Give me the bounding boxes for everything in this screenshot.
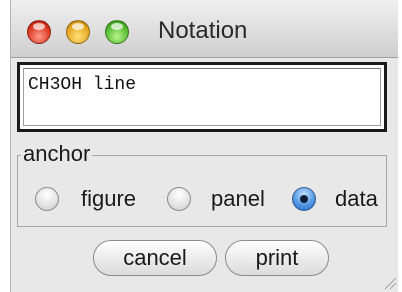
radio-data[interactable]: [292, 187, 316, 211]
notation-text: CH3OH line: [28, 75, 137, 95]
close-button[interactable]: [27, 20, 51, 44]
screen-edge: [398, 0, 402, 292]
radio-panel[interactable]: [167, 187, 191, 211]
radio-panel-label[interactable]: panel: [211, 186, 265, 212]
radio-figure[interactable]: [35, 187, 59, 211]
radio-data-label[interactable]: data: [335, 186, 378, 212]
anchor-legend: anchor: [21, 141, 93, 167]
window-title: Notation: [158, 17, 248, 44]
radio-figure-label[interactable]: figure: [81, 186, 136, 212]
zoom-button[interactable]: [105, 20, 129, 44]
print-button[interactable]: print: [225, 240, 329, 276]
cancel-button[interactable]: cancel: [93, 240, 217, 276]
resize-grip-icon[interactable]: [383, 276, 397, 290]
notation-text-area[interactable]: CH3OH line: [17, 62, 387, 132]
minimize-button[interactable]: [66, 20, 90, 44]
title-bar: Notation: [11, 0, 399, 58]
notation-window: Notation CH3OH line anchor figure panel …: [10, 0, 400, 292]
